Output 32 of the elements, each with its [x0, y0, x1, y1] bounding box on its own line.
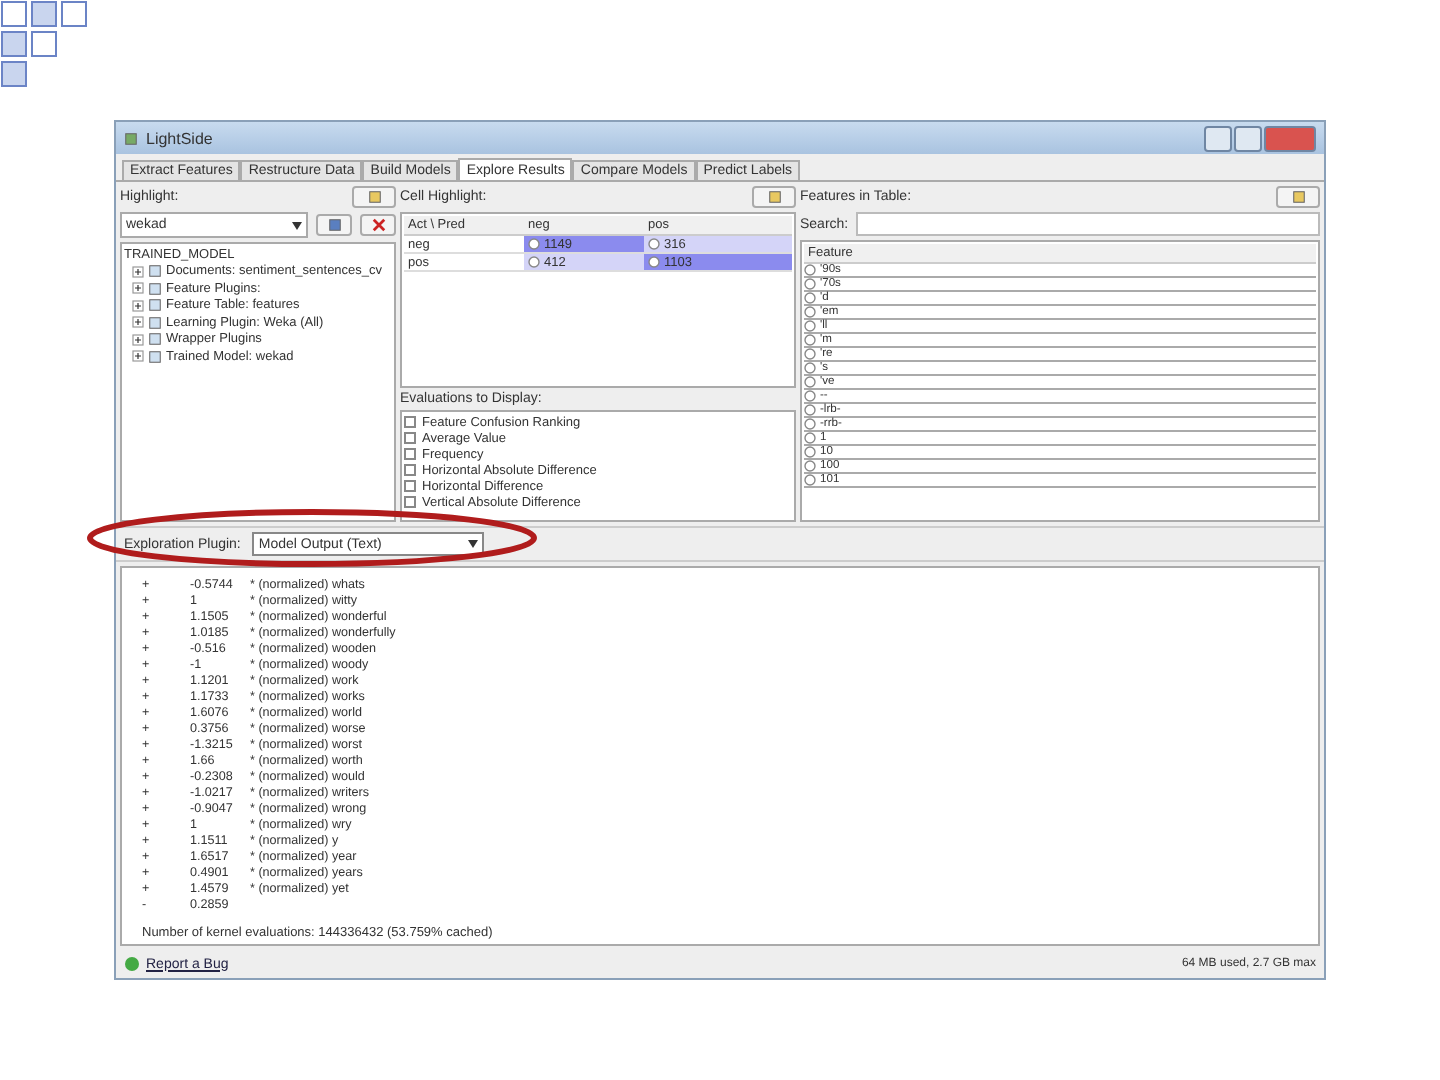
bug-icon — [124, 956, 140, 972]
close-icon — [371, 218, 385, 232]
close-button[interactable] — [1264, 125, 1316, 151]
maximize-button[interactable] — [1234, 125, 1262, 151]
folder-button[interactable] — [752, 186, 796, 208]
app-icon — [124, 131, 138, 145]
checkbox[interactable] — [404, 448, 416, 460]
folder-icon — [367, 190, 381, 204]
save-button[interactable] — [316, 214, 352, 236]
folder-button[interactable] — [352, 186, 396, 208]
checkbox[interactable] — [404, 480, 416, 492]
checkbox[interactable] — [404, 416, 416, 428]
slide-corner-drawing — [0, 0, 92, 88]
checkbox[interactable] — [404, 432, 416, 444]
expand-icon[interactable] — [132, 265, 144, 278]
folder-icon — [767, 190, 781, 204]
expand-icon[interactable] — [132, 282, 144, 295]
checkbox[interactable] — [404, 464, 416, 476]
expand-icon[interactable] — [132, 350, 144, 363]
folder-button[interactable] — [1276, 186, 1320, 208]
caret-icon — [292, 221, 302, 229]
search-field[interactable] — [856, 212, 1320, 236]
delete-button[interactable] — [360, 214, 396, 236]
expand-icon[interactable] — [132, 333, 144, 346]
expand-icon[interactable] — [132, 299, 144, 312]
window-title: LightSide — [146, 129, 213, 147]
save-icon — [327, 218, 341, 232]
checkbox[interactable] — [404, 496, 416, 508]
caret-icon — [468, 540, 479, 548]
folder-icon — [1291, 190, 1305, 204]
expand-icon[interactable] — [132, 316, 144, 329]
minimize-button[interactable] — [1204, 125, 1232, 151]
